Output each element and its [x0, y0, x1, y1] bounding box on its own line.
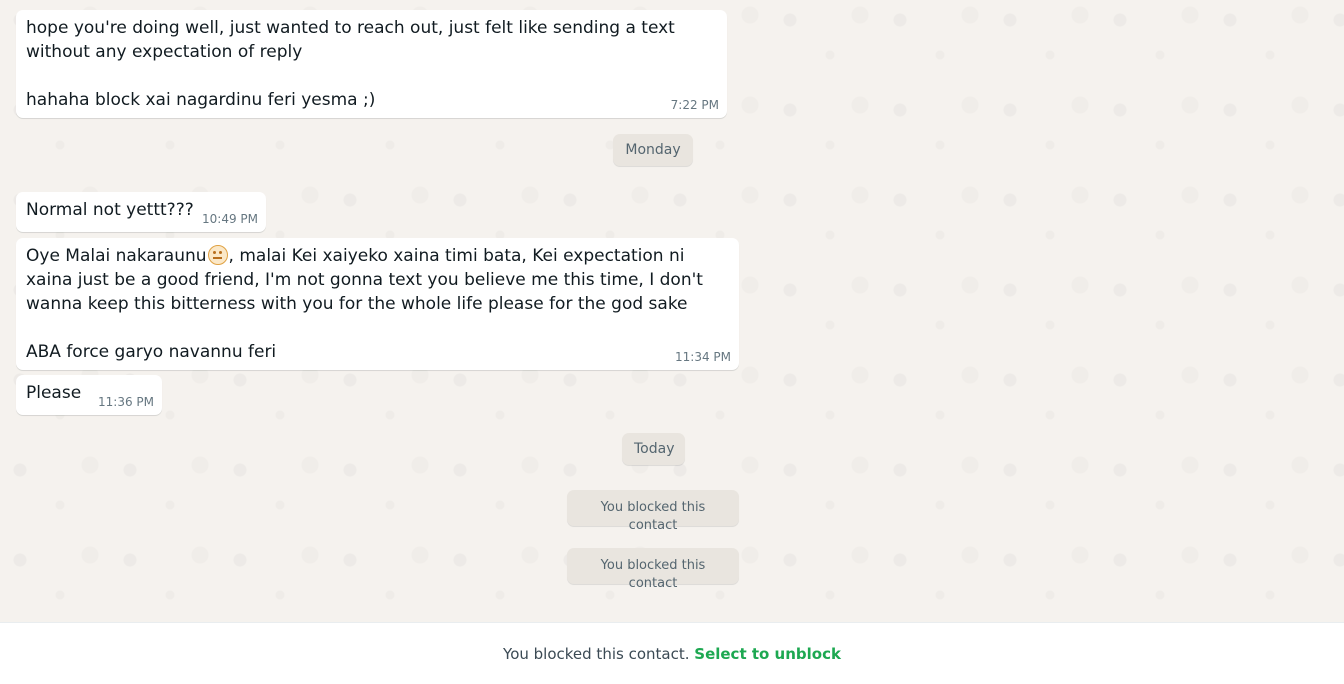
date-label-monday: Monday	[613, 134, 693, 166]
message-text: Oye Malai nakaraunu, malai Kei xaiyeko x…	[26, 244, 729, 364]
blocked-notice-text: You blocked this contact.	[503, 645, 690, 663]
message-bubble[interactable]: Oye Malai nakaraunu, malai Kei xaiyeko x…	[16, 238, 739, 370]
system-message-text: You blocked this contact	[600, 558, 706, 591]
message-time: 11:34 PM	[675, 350, 731, 364]
message-text: hope you're doing well, just wanted to r…	[26, 18, 675, 110]
blocked-footer: You blocked this contact. Select to unbl…	[0, 622, 1344, 684]
message-bubble[interactable]: hope you're doing well, just wanted to r…	[16, 10, 727, 118]
date-label-text: Today	[634, 441, 675, 457]
neutral-face-emoji-icon	[207, 245, 228, 265]
message-bubble[interactable]: Please 11:36 PM	[16, 375, 162, 415]
date-label-text: Monday	[625, 142, 681, 158]
system-message-text: You blocked this contact	[600, 500, 706, 533]
message-time: 10:49 PM	[202, 212, 258, 226]
system-message: You blocked this contact	[567, 490, 739, 533]
message-text-part: Oye Malai nakaraunu	[26, 246, 207, 266]
message-time: 11:36 PM	[98, 395, 154, 409]
message-bubble[interactable]: Normal not yettt??? 10:49 PM	[16, 192, 266, 232]
chat-area[interactable]: hope you're doing well, just wanted to r…	[0, 0, 1344, 622]
date-label-today: Today	[622, 433, 685, 465]
message-time: 7:22 PM	[670, 98, 719, 112]
unblock-link[interactable]: Select to unblock	[694, 645, 841, 663]
system-message: You blocked this contact	[567, 548, 739, 591]
